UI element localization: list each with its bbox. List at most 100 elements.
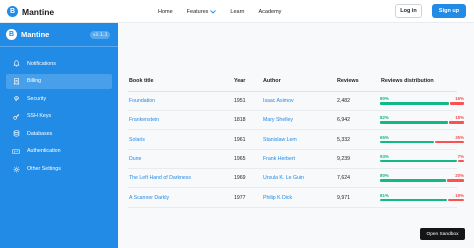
book-title-link[interactable]: Frankenstein	[129, 117, 159, 123]
database-icon	[10, 130, 22, 137]
positive-bar-segment	[380, 102, 450, 105]
key-icon	[10, 113, 22, 120]
positive-percent: 82%	[380, 115, 389, 121]
sidebar-item-other-settings[interactable]: Other Settings	[6, 162, 112, 177]
positive-percent: 80%	[380, 96, 389, 101]
main-nav: Home Features Learn Academy	[158, 0, 295, 23]
positive-percent: 80%	[380, 173, 389, 179]
negative-percent: 20%	[455, 173, 464, 179]
two-factor-icon	[10, 148, 22, 155]
author-link[interactable]: Philip K Dick	[263, 195, 292, 201]
book-title-link[interactable]: Solaris	[129, 137, 145, 143]
distribution-bar	[380, 198, 464, 201]
header-logo[interactable]: B Mantine	[7, 4, 54, 19]
distribution-bar	[380, 102, 464, 105]
negative-bar-segment	[448, 198, 464, 201]
nav-features[interactable]: Features	[187, 9, 217, 15]
nav-features-label: Features	[186, 8, 209, 15]
year-cell: 1977	[234, 194, 246, 201]
sidebar-item-security[interactable]: Security	[6, 91, 112, 106]
table-row: Frankenstein 1818 Mary Shelley 6,942 82% 18%	[128, 111, 464, 131]
reviews-cell: 5,332	[337, 136, 350, 143]
year-cell: 1965	[234, 155, 246, 162]
sidebar-logo[interactable]: B Mantine	[6, 29, 49, 40]
sidebar-item-notifications[interactable]: Notifications	[6, 56, 112, 71]
logo-text: Mantine	[22, 6, 55, 17]
positive-bar-segment	[380, 140, 434, 144]
author-link[interactable]: Stanislaw Lem	[263, 137, 297, 143]
table-row: Foundation 1951 Isaac Asimov 2,482 80% 16%	[128, 92, 464, 111]
year-cell: 1818	[234, 117, 246, 124]
reviews-cell: 7,624	[337, 175, 350, 182]
positive-bar-segment	[380, 159, 458, 163]
nav-learn[interactable]: Learn	[230, 9, 244, 15]
negative-bar-segment	[447, 179, 464, 182]
reviews-distribution: 82% 18%	[380, 114, 464, 127]
reviews-cell: 9,239	[337, 155, 350, 162]
positive-bar-segment	[380, 121, 449, 124]
version-badge: v3.1.2	[90, 31, 111, 39]
negative-percent: 35%	[455, 134, 464, 140]
nav-home[interactable]: Home	[158, 9, 173, 15]
sidebar-item-authentication[interactable]: Authentication	[6, 144, 112, 159]
reviews-distribution: 81% 19%	[380, 192, 464, 205]
negative-bar-segment	[450, 102, 464, 105]
author-link[interactable]: Isaac Asimov	[263, 98, 294, 104]
column-header-title: Book title	[129, 78, 154, 84]
book-title-link[interactable]: Dune	[129, 156, 141, 162]
table-row: A Scanner Darkly 1977 Philip K Dick 9,971 81…	[128, 189, 464, 208]
table-row: Dune 1965 Frank Herbert 9,239 93% 7%	[128, 150, 464, 169]
negative-bar-segment	[458, 159, 464, 163]
sidebar: B Mantine v3.1.2 Notifications Billing S…	[0, 23, 118, 248]
nav-academy[interactable]: Academy	[258, 9, 281, 15]
author-link[interactable]: Ursula K. Le Guin	[263, 175, 304, 181]
reviews-distribution: 80% 16%	[380, 95, 464, 108]
reviews-cell: 9,971	[337, 194, 350, 201]
sidebar-item-label: Notifications	[27, 60, 56, 67]
login-button[interactable]: Log in	[395, 4, 422, 18]
top-header: B Mantine Home Features Learn Academy Lo…	[0, 0, 474, 23]
reviews-cell: 6,942	[337, 117, 350, 124]
reviews-distribution: 93% 7%	[380, 153, 464, 166]
sidebar-item-ssh-keys[interactable]: SSH Keys	[6, 109, 112, 124]
author-link[interactable]: Frank Herbert	[263, 156, 295, 162]
negative-percent: 18%	[455, 115, 464, 121]
positive-percent: 81%	[380, 192, 389, 198]
sidebar-item-label: Authentication	[27, 148, 61, 155]
negative-percent: 7%	[457, 153, 464, 159]
reviews-cell: 2,482	[337, 98, 350, 104]
sidebar-nav: Notifications Billing Security SSH Keys …	[0, 56, 118, 179]
gear-icon	[10, 166, 22, 173]
positive-percent: 93%	[380, 153, 389, 159]
open-sandbox-button[interactable]: Open Sandbox	[420, 228, 465, 240]
sidebar-logo-text: Mantine	[21, 30, 50, 39]
book-title-link[interactable]: Foundation	[129, 98, 155, 104]
sidebar-item-label: Billing	[27, 78, 42, 85]
sidebar-item-label: Databases	[27, 130, 53, 137]
sidebar-header: B Mantine v3.1.2	[0, 23, 118, 47]
book-title-link[interactable]: The Left Hand of Darkness	[129, 175, 191, 181]
negative-bar-segment	[434, 140, 464, 144]
positive-percent: 65%	[380, 134, 389, 140]
positive-bar-segment	[380, 198, 448, 201]
distribution-bar	[380, 121, 464, 124]
column-header-distribution: Reviews distribution	[381, 78, 434, 84]
bell-icon	[10, 60, 22, 67]
fingerprint-icon	[10, 95, 22, 102]
year-cell: 1969	[234, 175, 246, 182]
signup-button[interactable]: Sign up	[432, 4, 466, 18]
author-link[interactable]: Mary Shelley	[263, 117, 293, 123]
positive-bar-segment	[380, 179, 447, 182]
negative-percent: 16%	[455, 96, 464, 101]
sidebar-item-databases[interactable]: Databases	[6, 126, 112, 141]
distribution-bar	[380, 179, 464, 182]
book-title-link[interactable]: A Scanner Darkly	[129, 195, 169, 201]
reviews-distribution: 65% 35%	[380, 134, 464, 147]
table-row: The Left Hand of Darkness 1969 Ursula K. L…	[128, 169, 464, 189]
mantine-logo-icon: B	[7, 6, 18, 17]
receipt-icon	[10, 77, 22, 85]
sidebar-item-billing[interactable]: Billing	[6, 73, 112, 89]
mantine-logo-icon: B	[6, 29, 17, 40]
sidebar-item-label: SSH Keys	[27, 113, 52, 120]
column-header-reviews: Reviews	[337, 78, 359, 84]
